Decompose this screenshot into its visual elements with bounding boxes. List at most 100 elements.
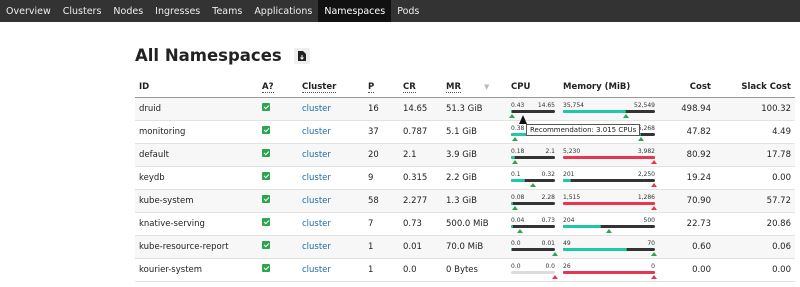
nav-item-ingresses[interactable]: Ingresses bbox=[149, 0, 206, 22]
column-header-slack-cost[interactable]: Slack Cost bbox=[715, 78, 795, 98]
cpu-bar-fill bbox=[511, 247, 512, 251]
active-cell bbox=[258, 212, 298, 236]
mem-usage-bar[interactable]: 5,230 3,982 bbox=[563, 146, 658, 164]
cpu-bar-fill bbox=[511, 178, 526, 182]
table-row[interactable]: kourier-system cluster 1 0.0 0 Bytes 0.0 0.0 26… bbox=[135, 258, 795, 282]
mem-usage-label: 26 bbox=[563, 262, 571, 270]
table-row[interactable]: monitoring cluster 37 0.787 5.1 GiB 0.38 5,268… bbox=[135, 120, 795, 144]
mouse-cursor-icon bbox=[519, 115, 527, 124]
memory-requests: 0 Bytes bbox=[442, 258, 507, 282]
cpu-usage-bar[interactable]: 0.04 0.73 bbox=[511, 215, 555, 233]
cpu-usage-bar[interactable]: 0.43 14.65 bbox=[509, 100, 555, 118]
nav-item-teams[interactable]: Teams bbox=[206, 0, 248, 22]
cluster-cell: cluster bbox=[298, 189, 364, 213]
cpu-bar-track bbox=[511, 178, 555, 182]
cpu-requests: 2.1 bbox=[399, 143, 442, 167]
nav-item-namespaces[interactable]: Namespaces bbox=[318, 0, 392, 22]
namespace-id: kube-resource-report bbox=[135, 235, 258, 259]
mem-usage-bar[interactable]: 26 0 bbox=[563, 261, 658, 279]
cluster-link[interactable]: cluster bbox=[302, 219, 331, 229]
column-header-mr[interactable]: MR ▼ bbox=[442, 78, 507, 98]
active-cell bbox=[258, 120, 298, 144]
active-cell bbox=[258, 97, 298, 121]
namespaces-table: ID A? Cluster P CR MR ▼ CPU Memory (MiB)… bbox=[135, 78, 795, 282]
cluster-link[interactable]: cluster bbox=[302, 242, 331, 252]
file-download-icon bbox=[297, 50, 306, 61]
cpu-requests: 0.01 bbox=[399, 235, 442, 259]
nav-item-clusters[interactable]: Clusters bbox=[57, 0, 108, 22]
mem-usage-bar[interactable]: 35,754 52,549 bbox=[563, 100, 655, 118]
cpu-bar-fill bbox=[511, 109, 513, 113]
active-cell bbox=[258, 258, 298, 282]
mem-usage-bar[interactable]: 204 500 bbox=[563, 215, 655, 233]
export-button[interactable] bbox=[293, 47, 310, 64]
cluster-link[interactable]: cluster bbox=[302, 104, 331, 114]
cluster-link[interactable]: cluster bbox=[302, 173, 331, 183]
cpu-usage-label: 0.04 bbox=[511, 216, 525, 224]
cpu-cell: 0.0 0.01 bbox=[507, 235, 559, 259]
table-row[interactable]: druid cluster 16 14.65 51.3 GiB 0.43 14.65 35,7… bbox=[135, 97, 795, 121]
column-header-cluster[interactable]: Cluster bbox=[298, 78, 364, 98]
cost-value: 80.92 bbox=[659, 143, 715, 167]
cpu-requests: 14.65 bbox=[399, 97, 442, 121]
column-header-cost[interactable]: Cost bbox=[659, 78, 715, 98]
namespace-id: default bbox=[135, 143, 258, 167]
table-row[interactable]: keydb cluster 9 0.315 2.2 GiB 0.1 0.32 201 2,250… bbox=[135, 166, 795, 190]
mem-usage-label: 204 bbox=[563, 216, 575, 224]
column-header-memory[interactable]: Memory (MiB) bbox=[559, 78, 659, 98]
cpu-usage-label: 0.38 bbox=[511, 124, 525, 132]
cluster-link[interactable]: cluster bbox=[302, 127, 331, 137]
cluster-link[interactable]: cluster bbox=[302, 196, 331, 206]
mem-request-label: 2,250 bbox=[637, 170, 655, 178]
mem-recommendation-marker-icon bbox=[622, 113, 629, 118]
nav-item-overview[interactable]: Overview bbox=[0, 0, 57, 22]
cpu-usage-bar[interactable]: 0.0 0.01 bbox=[511, 238, 558, 256]
column-header-cr[interactable]: CR bbox=[399, 78, 442, 98]
nav-item-pods[interactable]: Pods bbox=[391, 0, 425, 22]
table-header-row: ID A? Cluster P CR MR ▼ CPU Memory (MiB)… bbox=[135, 78, 795, 98]
memory-requests: 5.1 GiB bbox=[442, 120, 507, 144]
cluster-link[interactable]: cluster bbox=[302, 265, 331, 275]
pods-count: 16 bbox=[364, 97, 399, 121]
column-header-id[interactable]: ID bbox=[135, 78, 258, 98]
cluster-link[interactable]: cluster bbox=[302, 150, 331, 160]
table-row[interactable]: kube-system cluster 58 2.277 1.3 GiB 0.08 2.28… bbox=[135, 189, 795, 213]
mem-recommendation-marker-icon bbox=[651, 205, 658, 210]
cpu-usage-bar[interactable]: 0.1 0.32 bbox=[511, 169, 555, 187]
mem-bar-fill bbox=[563, 178, 572, 182]
memory-cell: 26 0 bbox=[559, 258, 659, 282]
nav-item-applications[interactable]: Applications bbox=[248, 0, 318, 22]
memory-cell: 49 70 bbox=[559, 235, 659, 259]
cpu-usage-bar[interactable]: 0.08 2.28 bbox=[511, 192, 555, 210]
mem-request-label: 1,286 bbox=[637, 193, 655, 201]
mem-usage-bar[interactable]: 201 2,250 bbox=[563, 169, 658, 187]
cpu-bar-track bbox=[511, 247, 555, 251]
table-row[interactable]: kube-resource-report cluster 1 0.01 70.0 MiB… bbox=[135, 235, 795, 259]
column-header-cpu[interactable]: CPU bbox=[507, 78, 559, 98]
slack-cost-value: 20.86 bbox=[715, 212, 795, 236]
mem-usage-bar[interactable]: 49 70 bbox=[563, 238, 658, 256]
mem-recommendation-marker-icon bbox=[651, 274, 658, 279]
cost-value: 47.82 bbox=[659, 120, 715, 144]
namespace-id: kourier-system bbox=[135, 258, 258, 282]
namespace-id: knative-serving bbox=[135, 212, 258, 236]
column-header-a[interactable]: A? bbox=[258, 78, 298, 98]
column-header-p[interactable]: P bbox=[364, 78, 399, 98]
table-row[interactable]: knative-serving cluster 7 0.73 500.0 MiB 0.04… bbox=[135, 212, 795, 236]
cpu-usage-bar[interactable]: 0.18 2.1 bbox=[511, 146, 555, 164]
memory-requests: 1.3 GiB bbox=[442, 189, 507, 213]
cpu-bar-track bbox=[511, 201, 555, 205]
cpu-usage-bar[interactable]: 0.0 0.0 bbox=[511, 261, 558, 279]
cost-value: 498.94 bbox=[659, 97, 715, 121]
cpu-request-label: 0.0 bbox=[545, 262, 555, 270]
mem-usage-bar[interactable]: 1,515 1,286 bbox=[563, 192, 658, 210]
mem-request-label: 70 bbox=[647, 239, 655, 247]
cpu-requests: 0.0 bbox=[399, 258, 442, 282]
pods-count: 7 bbox=[364, 212, 399, 236]
memory-requests: 500.0 MiB bbox=[442, 212, 507, 236]
table-row[interactable]: default cluster 20 2.1 3.9 GiB 0.18 2.1 5,230 3,… bbox=[135, 143, 795, 167]
nav-item-nodes[interactable]: Nodes bbox=[107, 0, 149, 22]
cost-value: 70.90 bbox=[659, 189, 715, 213]
active-cell bbox=[258, 235, 298, 259]
mem-recommendation-marker-icon bbox=[638, 136, 645, 141]
